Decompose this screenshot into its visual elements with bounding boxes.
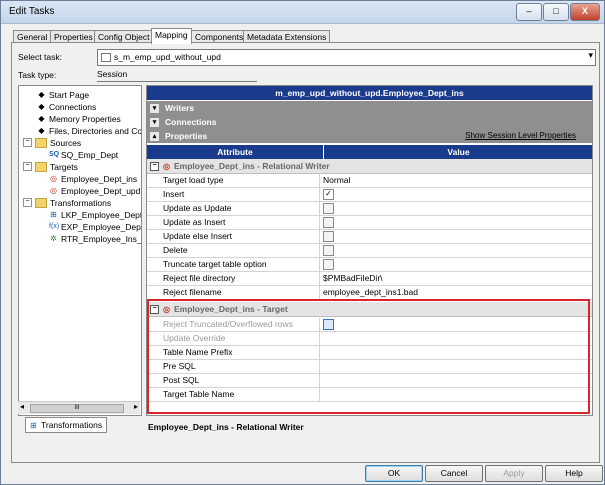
scroll-right-icon[interactable]: ▸ [134, 402, 138, 411]
table-row[interactable]: Reject file directory $PMBadFileDir\ [147, 271, 592, 286]
target-icon: ◎ [163, 162, 170, 171]
diamond-icon: ◆ [38, 114, 45, 123]
navigation-tree: ◆ Start Page ◆ Connections ◆ Memory Propert… [18, 85, 142, 416]
table-row[interactable]: Truncate target table option [147, 257, 592, 272]
table-row[interactable]: Target Table Name [147, 387, 592, 402]
reject-file-directory-input[interactable]: $PMBadFileDir\ [323, 272, 588, 285]
router-icon: ✲ [50, 234, 57, 243]
table-row[interactable]: Update Override [147, 331, 592, 346]
diamond-icon: ◆ [38, 90, 45, 99]
tree-item-router[interactable]: ✲ RTR_Employee_Ins_U [49, 233, 141, 244]
tree-folder-sources[interactable]: − Sources [23, 137, 81, 148]
task-type-label: Task type: [18, 70, 57, 80]
table-row[interactable]: Pre SQL [147, 359, 592, 374]
folder-icon [35, 137, 47, 148]
session-icon [101, 53, 111, 62]
scroll-left-icon[interactable]: ◂ [20, 402, 24, 411]
tree-item-lookup[interactable]: ⊞ LKP_Employee_Dept [49, 209, 141, 220]
tree-item-target-upd[interactable]: ◎ Employee_Dept_upd [49, 185, 140, 196]
title-bar: Edit Tasks – □ X [1, 1, 604, 24]
insert-checkbox[interactable]: ✓ [323, 189, 334, 201]
minimize-button[interactable]: – [516, 3, 542, 21]
collapse-icon[interactable]: − [150, 305, 159, 315]
show-session-level-properties-link[interactable]: Show Session Level Properties [465, 129, 576, 143]
target-icon: ◎ [163, 305, 170, 314]
table-row[interactable]: Insert ✓ [147, 187, 592, 202]
tree-item-expression[interactable]: f(x) EXP_Employee_Dept [49, 221, 141, 232]
update-as-insert-checkbox[interactable] [323, 217, 334, 229]
collapse-icon[interactable]: ▴ [150, 132, 159, 142]
source-qualifier-icon: SQ [49, 151, 60, 158]
chevron-down-icon[interactable]: ▾ [588, 50, 593, 61]
collapse-icon[interactable]: − [23, 198, 32, 207]
expression-icon: f(x) [49, 223, 60, 230]
table-row[interactable]: Delete [147, 243, 592, 258]
table-row[interactable]: Update as Update [147, 201, 592, 216]
target-icon: ◎ [50, 174, 57, 183]
attribute-column-header: Attribute [217, 147, 253, 157]
delete-checkbox[interactable] [323, 245, 334, 257]
task-type-value: Session [97, 69, 128, 79]
group-relational-writer[interactable]: − ◎ Employee_Dept_ins - Relational Writer [147, 159, 592, 174]
folder-icon [35, 197, 47, 208]
object-header: m_emp_upd_without_upd.Employee_Dept_ins [147, 86, 592, 100]
reject-truncated-checkbox[interactable] [323, 319, 334, 331]
truncate-target-table-checkbox[interactable] [323, 259, 334, 271]
tree-item-start-page[interactable]: ◆ Start Page [37, 89, 89, 100]
select-task-dropdown[interactable]: s_m_emp_upd_without_upd ▾ [97, 49, 596, 66]
collapse-icon[interactable]: − [23, 138, 32, 147]
tree-folder-targets[interactable]: − Targets [23, 161, 78, 172]
value-column-header: Value [323, 145, 592, 159]
properties-area: m_emp_upd_without_upd.Employee_Dept_ins … [146, 85, 593, 416]
close-button[interactable]: X [570, 3, 600, 21]
tab-mapping[interactable]: Mapping [151, 28, 192, 44]
column-header: Attribute Value [147, 145, 592, 159]
transformations-icon: ⊞ [30, 420, 37, 430]
table-row[interactable]: Reject Truncated/Overflowed rows [147, 317, 592, 332]
collapse-icon[interactable]: − [150, 162, 159, 172]
tree-item-connections[interactable]: ◆ Connections [37, 101, 96, 112]
select-task-value: s_m_emp_upd_without_upd [114, 52, 221, 62]
update-as-update-checkbox[interactable] [323, 203, 334, 215]
tree-item-memory-properties[interactable]: ◆ Memory Properties [37, 113, 120, 124]
expand-icon[interactable]: ▾ [150, 118, 159, 128]
scrollbar-thumb[interactable]: III [30, 404, 124, 413]
table-row[interactable]: Update else Insert [147, 229, 592, 244]
tree-horizontal-scrollbar[interactable]: ◂ III ▸ [18, 401, 140, 414]
section-writers[interactable]: ▾ Writers [147, 101, 592, 115]
group-target[interactable]: − ◎ Employee_Dept_ins - Target [147, 302, 592, 317]
window-title: Edit Tasks [9, 6, 55, 17]
tree-item-source[interactable]: SQ SQ_Emp_Dept [49, 149, 118, 160]
ok-button[interactable]: OK [365, 465, 423, 482]
task-type-field: Session [97, 68, 257, 82]
collapse-icon[interactable]: − [23, 162, 32, 171]
select-task-label: Select task: [18, 52, 62, 62]
help-button[interactable]: Help [545, 465, 603, 482]
table-row[interactable]: Reject filename employee_dept_ins1.bad [147, 285, 592, 300]
cancel-button[interactable]: Cancel [425, 465, 483, 482]
table-row[interactable]: Target load type Normal [147, 173, 592, 188]
section-connections[interactable]: ▾ Connections [147, 115, 592, 129]
apply-button[interactable]: Apply [485, 465, 543, 482]
diamond-icon: ◆ [38, 126, 45, 135]
maximize-button[interactable]: □ [543, 3, 569, 21]
table-row[interactable]: Update as Insert [147, 215, 592, 230]
section-properties[interactable]: ▴ Properties Show Session Level Properties [147, 129, 592, 143]
expand-icon[interactable]: ▾ [150, 104, 159, 114]
table-row[interactable]: Post SQL [147, 373, 592, 388]
update-else-insert-checkbox[interactable] [323, 231, 334, 243]
transformations-bottom-tab[interactable]: ⊞ Transformations [25, 417, 107, 433]
reject-filename-input[interactable]: employee_dept_ins1.bad [323, 286, 588, 299]
lookup-icon: ⊞ [50, 210, 57, 219]
folder-icon [35, 161, 47, 172]
tree-item-files-directories[interactable]: ◆ Files, Directories and Com [37, 125, 141, 136]
description-text: Employee_Dept_ins - Relational Writer [148, 422, 304, 432]
tree-item-target-ins[interactable]: ◎ Employee_Dept_ins [49, 173, 137, 184]
edit-tasks-window: Edit Tasks – □ X General Properties Conf… [0, 0, 605, 485]
diamond-icon: ◆ [38, 102, 45, 111]
target-icon: ◎ [50, 186, 57, 195]
tree-folder-transformations[interactable]: − Transformations [23, 197, 111, 208]
table-row[interactable]: Table Name Prefix [147, 345, 592, 360]
